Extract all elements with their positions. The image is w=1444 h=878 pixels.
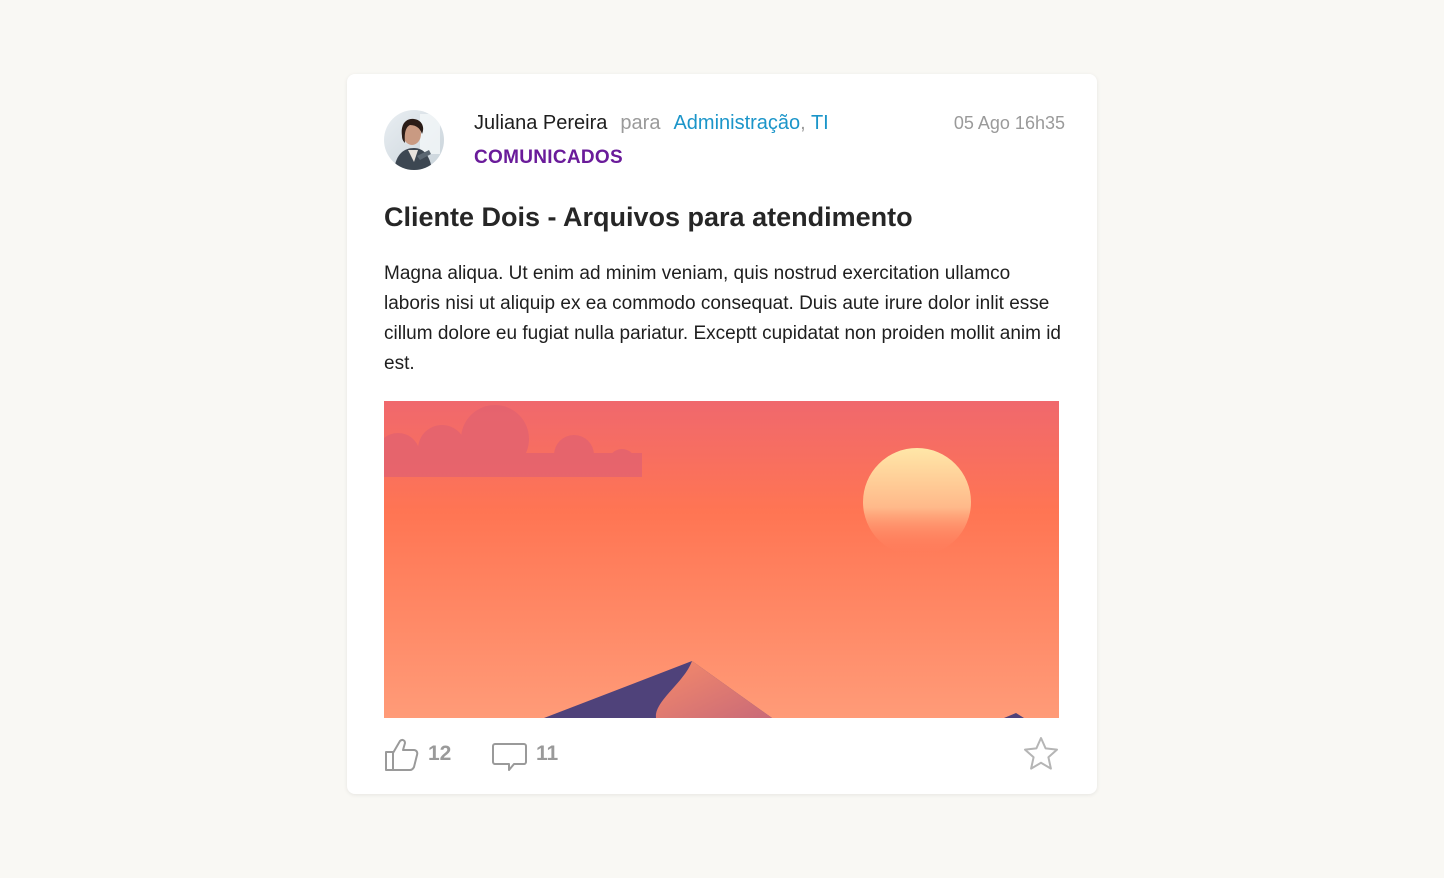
category-label[interactable]: COMUNICADOS xyxy=(474,147,623,169)
comment-icon xyxy=(492,742,527,771)
comment-button[interactable]: 11 xyxy=(492,734,558,774)
post-body: Magna aliqua. Ut enim ad minim veniam, q… xyxy=(384,263,1061,374)
desert-sunset-illustration xyxy=(384,401,1059,718)
comment-count: 11 xyxy=(536,742,559,765)
author-name[interactable]: Juliana Pereira xyxy=(474,112,607,135)
thumbs-up-icon xyxy=(385,738,419,771)
post-actions: 12 11 xyxy=(384,734,1059,774)
like-button[interactable]: 12 xyxy=(384,734,451,774)
post-card: Juliana Pereira para Administração, TI 0… xyxy=(347,74,1097,794)
avatar[interactable] xyxy=(384,110,444,170)
like-count: 12 xyxy=(428,742,452,765)
recipients: Administração, TI xyxy=(673,112,828,135)
recipient-link-ti[interactable]: TI xyxy=(811,112,829,134)
post-timestamp: 05 Ago 16h35 xyxy=(953,113,1065,133)
post-title: Cliente Dois - Arquivos para atendimento xyxy=(384,202,913,232)
favorite-button[interactable] xyxy=(1023,734,1059,774)
star-icon xyxy=(1024,737,1058,770)
post-header: Juliana Pereira para Administração, TI xyxy=(474,110,829,136)
avatar-photo xyxy=(384,110,444,170)
post-image[interactable] xyxy=(384,401,1059,718)
recipient-separator: , xyxy=(800,111,806,134)
to-label: para xyxy=(620,111,661,134)
recipient-link-administracao[interactable]: Administração xyxy=(673,112,800,134)
